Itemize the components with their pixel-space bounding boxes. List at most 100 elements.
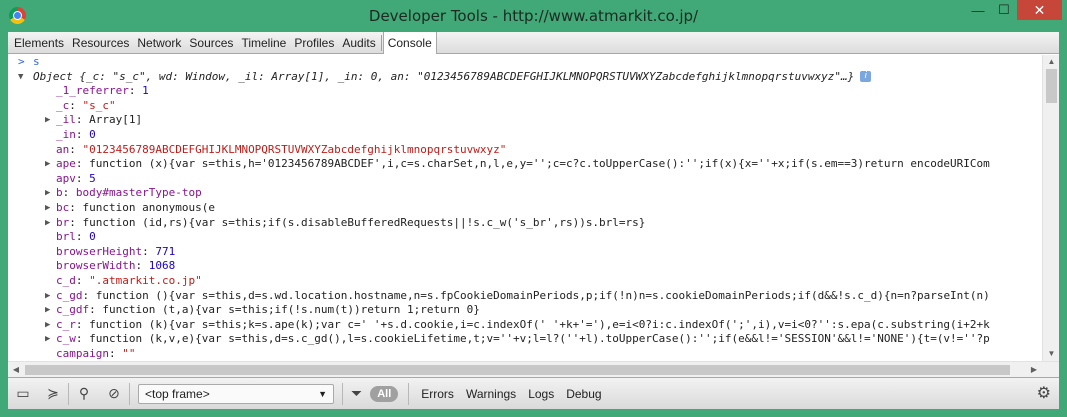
property-colon: : — [89, 303, 103, 317]
property-text: an: "0123456789ABCDEFGHIJKLMNOPQRSTUVWXY… — [56, 143, 506, 158]
property-value: function (id,rs){var s=this;if(s.disable… — [82, 215, 646, 229]
console-command: s — [33, 55, 40, 68]
property-key: browserHeight — [56, 244, 143, 258]
property-value: 1068 — [148, 259, 176, 273]
property-row[interactable]: ▶ c_w: function (k,v,e){var s=this,d=s.c_… — [8, 332, 1042, 347]
tab-audits[interactable]: Audits — [338, 32, 379, 54]
scroll-up-icon[interactable]: ▲ — [1043, 55, 1059, 69]
property-row[interactable]: ▶ _il: Array[1] — [8, 113, 1042, 128]
property-row[interactable]: ▶ c_gd: function (){var s=this,d=s.wd.loc… — [8, 289, 1042, 304]
property-value: function (x){var s=this,h='0123456789ABC… — [89, 157, 990, 171]
filter-all-button[interactable]: All — [370, 385, 399, 402]
frame-select[interactable]: <top frame> ▼ — [138, 383, 334, 404]
property-row[interactable]: ▶ b: body#masterType-top — [8, 186, 1042, 201]
tab-resources[interactable]: Resources — [68, 32, 133, 54]
property-colon: : — [75, 273, 90, 287]
vertical-scroll-thumb[interactable] — [1046, 69, 1057, 103]
property-colon: : — [135, 259, 149, 273]
vertical-scrollbar[interactable]: ▲ ▼ — [1042, 55, 1059, 361]
property-key: br — [56, 215, 70, 229]
property-colon: : — [75, 157, 90, 171]
expand-triangle-icon[interactable]: ▶ — [45, 186, 50, 201]
filter-errors[interactable]: Errors — [421, 387, 454, 401]
expand-triangle-icon[interactable]: ▶ — [45, 318, 50, 333]
property-row[interactable]: ▶ br: function (id,rs){var s=this;if(s.di… — [8, 216, 1042, 231]
property-row[interactable]: ▶ c_r: function (k){var s=this;k=s.ape(k)… — [8, 318, 1042, 333]
filter-warnings[interactable]: Warnings — [466, 387, 516, 401]
expand-triangle-icon[interactable]: ▶ — [45, 157, 50, 172]
property-row[interactable]: ▶ c_gdf: function (t,a){var s=this;if(!s.… — [8, 303, 1042, 318]
tab-elements[interactable]: Elements — [10, 32, 68, 54]
property-text: c_gd: function (){var s=this,d=s.wd.loca… — [56, 289, 990, 304]
horizontal-scroll-thumb[interactable] — [25, 365, 1010, 375]
chevron-down-icon: ▼ — [318, 388, 327, 399]
property-text: _il: Array[1] — [56, 113, 142, 128]
property-colon: : — [75, 230, 90, 244]
close-button[interactable]: ✕ — [1017, 0, 1062, 20]
property-text: brl: 0 — [56, 230, 96, 245]
property-colon: : — [69, 215, 83, 229]
window-controls: — ☐ ✕ — [965, 0, 1062, 20]
property-row: an: "0123456789ABCDEFGHIJKLMNOPQRSTUVWXY… — [8, 143, 1042, 158]
property-row: c_d: ".atmarkit.co.jp" — [8, 274, 1042, 289]
info-icon[interactable]: i — [860, 71, 872, 83]
property-colon: : — [82, 288, 96, 302]
property-text: c_r: function (k){var s=this;k=s.ape(k);… — [56, 318, 990, 333]
property-colon: : — [75, 127, 90, 141]
property-text: browserWidth: 1068 — [56, 259, 175, 274]
filter-icon[interactable]: ⏷ — [351, 385, 362, 402]
minimize-button[interactable]: — — [965, 0, 991, 20]
scroll-down-icon[interactable]: ▼ — [1043, 347, 1059, 361]
expand-triangle-icon[interactable]: ▶ — [45, 303, 50, 318]
expand-triangle-icon[interactable]: ▶ — [45, 113, 50, 128]
property-text: browserHeight: 771 — [56, 245, 175, 260]
property-key: campaign — [56, 346, 109, 360]
prompt-chevron-icon: > — [18, 55, 25, 68]
scroll-left-icon[interactable]: ◀ — [8, 362, 24, 378]
tab-sources[interactable]: Sources — [185, 32, 237, 54]
console-output[interactable]: > s ▼ Object {_c: "s_c", wd: Window, _il: A… — [8, 55, 1042, 361]
property-colon: : — [75, 332, 90, 346]
expand-triangle-icon[interactable]: ▶ — [45, 332, 50, 347]
property-row[interactable]: ▶ bc: function anonymous(e — [8, 201, 1042, 216]
property-key: an — [56, 142, 70, 156]
log-level-filters: Errors Warnings Logs Debug — [409, 387, 601, 401]
property-key: browserWidth — [56, 259, 136, 273]
property-value: 0 — [89, 230, 96, 244]
property-key: _in — [56, 127, 76, 141]
dock-icon[interactable]: ▭ — [8, 381, 38, 407]
property-colon: : — [62, 186, 76, 200]
search-icon[interactable]: ⚲ — [69, 381, 99, 407]
toolbar-divider — [129, 382, 130, 405]
expand-triangle-icon[interactable]: ▼ — [18, 70, 23, 85]
frame-select-value: <top frame> — [145, 386, 210, 401]
property-value: 771 — [155, 244, 176, 258]
gear-icon[interactable]: ⚙ — [1037, 383, 1051, 403]
expand-triangle-icon[interactable]: ▶ — [45, 289, 50, 304]
property-value: function (k){var s=this;k=s.ape(k);var c… — [89, 317, 990, 331]
expand-triangle-icon[interactable]: ▶ — [45, 201, 50, 216]
property-key: _c — [56, 98, 70, 112]
scroll-right-icon[interactable]: ▶ — [1026, 362, 1042, 378]
filter-debug[interactable]: Debug — [566, 387, 601, 401]
maximize-button[interactable]: ☐ — [991, 0, 1017, 20]
property-key: apv — [56, 171, 76, 185]
expand-triangle-icon[interactable]: ▶ — [45, 216, 50, 231]
filter-logs[interactable]: Logs — [528, 387, 554, 401]
horizontal-scrollbar[interactable]: ◀ ▶ — [8, 361, 1059, 377]
property-row[interactable]: ▶ ape: function (x){var s=this,h='0123456… — [8, 157, 1042, 172]
drawer-toggle-icon[interactable]: ≽ — [38, 381, 68, 407]
tab-timeline[interactable]: Timeline — [237, 32, 290, 54]
tab-console[interactable]: Console — [382, 32, 437, 54]
console-input-line: > s — [8, 55, 1042, 70]
property-row: _in: 0 — [8, 128, 1042, 143]
title-bar[interactable]: Developer Tools - http://www.atmarkit.co… — [0, 0, 1067, 32]
property-row: campaign: "" — [8, 347, 1042, 361]
clear-console-icon[interactable]: ⊘ — [99, 381, 129, 407]
property-value: ".atmarkit.co.jp" — [89, 273, 202, 287]
tab-network[interactable]: Network — [133, 32, 185, 54]
tab-profiles[interactable]: Profiles — [290, 32, 338, 54]
object-summary-line[interactable]: ▼ Object {_c: "s_c", wd: Window, _il: Arr… — [8, 70, 1042, 85]
property-key: brl — [56, 230, 76, 244]
property-row: _c: "s_c" — [8, 99, 1042, 114]
